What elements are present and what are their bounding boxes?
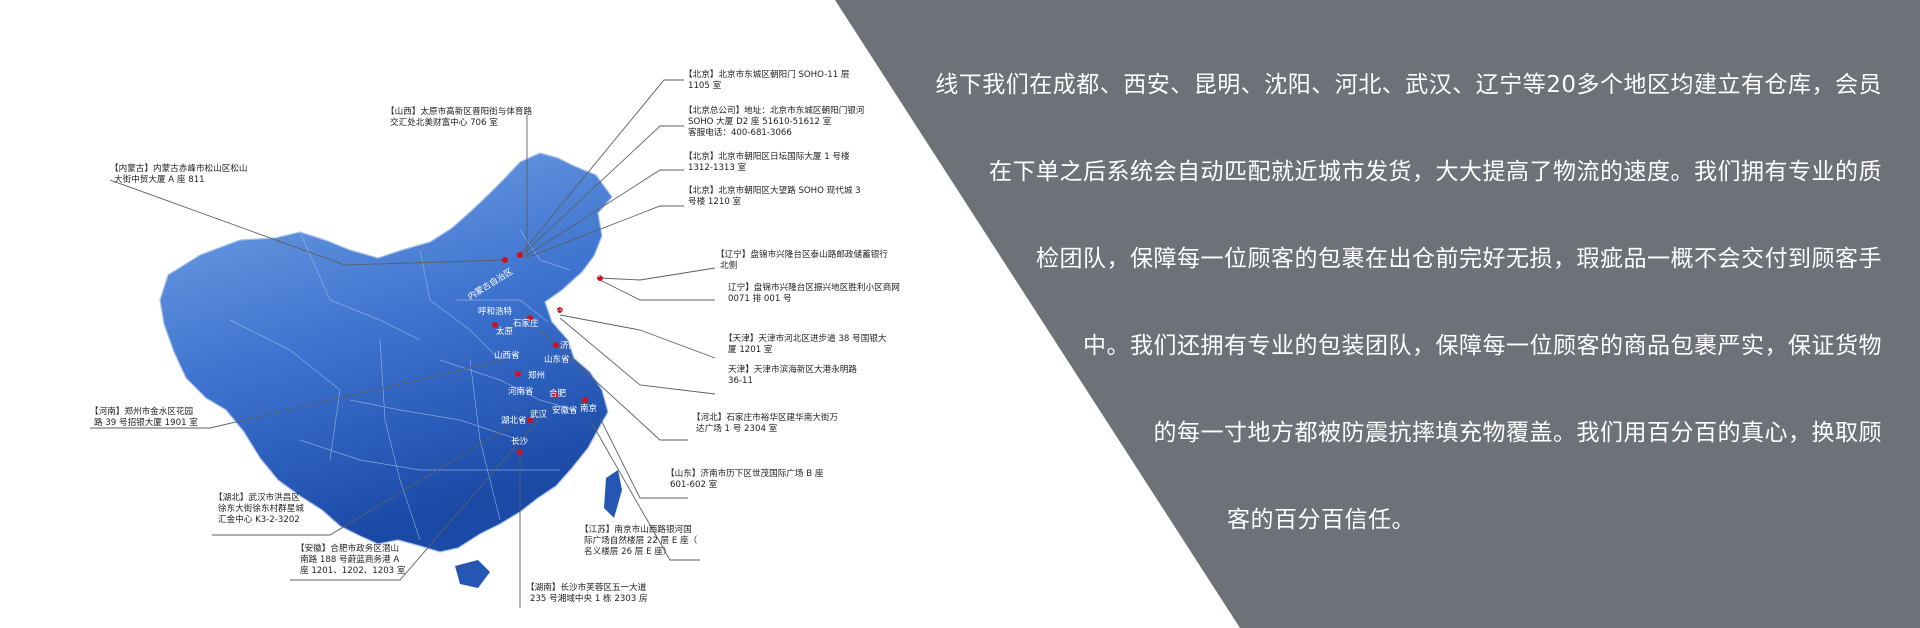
- svg-text:【天津】天津市河北区进步道 38 号国银大: 【天津】天津市河北区进步道 38 号国银大: [724, 332, 887, 344]
- map-label: 湖北省: [501, 415, 527, 426]
- map-label: 郑州: [528, 370, 545, 381]
- callout-beijing-2: 【北京】北京市朝阳区日坛国际大厦 1 号楼 1312-1313 室: [684, 150, 850, 173]
- callout-beijing-1: 【北京】北京市东城区朝阳门 SOHO-11 层 1105 室: [684, 68, 850, 91]
- svg-text:北侧: 北侧: [720, 259, 737, 271]
- svg-text:南路 188 号蔚蓝商务港 A: 南路 188 号蔚蓝商务港 A: [300, 553, 399, 565]
- map-label: 河南省: [508, 386, 534, 397]
- description-line-4: 中。我们还拥有专业的包装团队，保障每一位顾客的商品包裹严实，保证货物: [1083, 333, 1882, 359]
- callout-jiangsu: 【江苏】南京市山西路银河国 际广场自然楼层 22 层 E 座（ 名义楼层 26 …: [580, 523, 698, 557]
- callout-tianjin-1: 【天津】天津市河北区进步道 38 号国银大 厦 1201 室: [724, 332, 887, 355]
- svg-text:0071 排 001 号: 0071 排 001 号: [728, 292, 792, 304]
- svg-text:601-602 室: 601-602 室: [670, 478, 718, 490]
- svg-text:际广场自然楼层 22 层 E 座（: 际广场自然楼层 22 层 E 座（: [584, 534, 698, 546]
- map-label: 山东省: [544, 354, 570, 365]
- map-label: 天津: [551, 306, 569, 317]
- svg-text:1312-1313 室: 1312-1313 室: [688, 161, 747, 173]
- description-line-2: 在下单之后系统会自动匹配就近城市发货，大大提高了物流的速度。我们拥有专业的质: [989, 159, 1882, 185]
- callout-shandong: 【山东】济南市历下区世茂国际广场 B 座 601-602 室: [666, 467, 824, 490]
- svg-text:【辽宁】盘锦市兴隆台区泰山路邮政储蓄银行: 【辽宁】盘锦市兴隆台区泰山路邮政储蓄银行: [716, 248, 888, 260]
- callout-anhui: 【安徽】合肥市政务区潜山 南路 188 号蔚蓝商务港 A 座 1201、1202…: [296, 542, 406, 576]
- map-label: 太原: [496, 326, 513, 337]
- callout-hebei: 【河北】石家庄市裕华区建华南大街万 达广场 1 号 2304 室: [692, 411, 839, 434]
- svg-text:【北京】北京市朝阳区大望路 SOHO 现代城 3: 【北京】北京市朝阳区大望路 SOHO 现代城 3: [684, 184, 861, 196]
- svg-text:【北京】北京市朝阳区日坛国际大厦 1 号楼: 【北京】北京市朝阳区日坛国际大厦 1 号楼: [684, 150, 850, 162]
- callout-beijing-3: 【北京】北京市朝阳区大望路 SOHO 现代城 3 号楼 1210 室: [684, 184, 861, 207]
- svg-text:交汇处北美财富中心 706 室: 交汇处北美财富中心 706 室: [390, 116, 498, 128]
- svg-text:辽宁】盘锦市兴隆台区振兴地区胜利小区商网: 辽宁】盘锦市兴隆台区振兴地区胜利小区商网: [728, 281, 900, 293]
- svg-text:大街中贸大厦 A 座 811: 大街中贸大厦 A 座 811: [114, 173, 205, 185]
- svg-text:座 1201、1202、1203 室: 座 1201、1202、1203 室: [300, 564, 406, 576]
- china-warehouse-map: 内蒙古自治区 呼和浩特 沈阳 辽宁省 石家庄 天津 太原 济南 山西省 山东省 …: [90, 68, 900, 608]
- svg-text:客服电话：400-681-3066: 客服电话：400-681-3066: [688, 126, 792, 138]
- map-label: 长沙: [511, 436, 529, 447]
- svg-text:235 号湘域中央 1 栋 2303 房: 235 号湘域中央 1 栋 2303 房: [530, 592, 648, 604]
- svg-text:【安徽】合肥市政务区潜山: 【安徽】合肥市政务区潜山: [296, 542, 399, 554]
- svg-text:达广场 1 号 2304 室: 达广场 1 号 2304 室: [696, 422, 778, 434]
- map-label: 辽宁省: [575, 284, 601, 295]
- map-label: 呼和浩特: [478, 306, 513, 317]
- promo-banner: 线下我们在成都、西安、昆明、沈阳、河北、武汉、辽宁等20多个地区均建立有仓库，会…: [0, 0, 1920, 628]
- description-line-1: 线下我们在成都、西安、昆明、沈阳、河北、武汉、辽宁等20多个地区均建立有仓库，会…: [935, 72, 1882, 98]
- callout-hunan: 【湖南】长沙市芙蓉区五一大道 235 号湘域中央 1 栋 2303 房: [526, 581, 648, 604]
- map-label: 沈阳: [592, 268, 609, 279]
- map-label: 石家庄: [513, 318, 539, 329]
- map-label: 济南: [560, 340, 577, 351]
- callout-liaoning-1: 【辽宁】盘锦市兴隆台区泰山路邮政储蓄银行 北侧: [716, 248, 888, 271]
- map-label: 武汉: [530, 409, 548, 420]
- svg-text:【湖南】长沙市芙蓉区五一大道: 【湖南】长沙市芙蓉区五一大道: [526, 581, 647, 593]
- svg-text:号楼 1210 室: 号楼 1210 室: [688, 195, 742, 207]
- description-line-6: 客的百分百信任。: [1227, 507, 1415, 533]
- svg-text:1105 室: 1105 室: [688, 79, 722, 91]
- description-line-3: 检团队，保障每一位顾客的包裹在出仓前完好无损，瑕疵品一概不会交付到顾客手: [1036, 246, 1882, 272]
- svg-text:【北京】北京市东城区朝阳门 SOHO-11 层: 【北京】北京市东城区朝阳门 SOHO-11 层: [684, 68, 850, 80]
- callout-liaoning-2: 辽宁】盘锦市兴隆台区振兴地区胜利小区商网 0071 排 001 号: [728, 281, 900, 304]
- svg-text:【湖北】武汉市洪昌区: 【湖北】武汉市洪昌区: [214, 491, 300, 503]
- svg-text:【山东】济南市历下区世茂国际广场 B 座: 【山东】济南市历下区世茂国际广场 B 座: [666, 467, 824, 479]
- callout-beijing-hq: 【北京总公司】地址：北京市东城区朝阳门银河 SOHO 大厦 D2 座 51610…: [684, 104, 865, 138]
- svg-text:【内蒙古】内蒙古赤峰市松山区松山: 【内蒙古】内蒙古赤峰市松山区松山: [110, 162, 248, 174]
- callout-hubei: 【湖北】武汉市洪昌区 徐东大街徐东村群星城 汇金中心 K3-2-3202: [214, 491, 304, 525]
- map-label: 山西省: [494, 350, 520, 361]
- hainan-island: [455, 560, 490, 588]
- svg-text:厦 1201 室: 厦 1201 室: [728, 343, 773, 355]
- svg-text:【江苏】南京市山西路银河国: 【江苏】南京市山西路银河国: [580, 523, 692, 535]
- callout-shanxi: 【山西】太原市高新区晋阳街与体育路 交汇处北美财富中心 706 室: [386, 105, 533, 128]
- svg-text:【山西】太原市高新区晋阳街与体育路: 【山西】太原市高新区晋阳街与体育路: [386, 105, 533, 117]
- svg-text:SOHO 大厦 D2 座 51610-51612 室: SOHO 大厦 D2 座 51610-51612 室: [688, 115, 832, 127]
- callout-neimenggu: 【内蒙古】内蒙古赤峰市松山区松山 大街中贸大厦 A 座 811: [110, 162, 248, 185]
- svg-text:【北京总公司】地址：北京市东城区朝阳门银河: 【北京总公司】地址：北京市东城区朝阳门银河: [684, 104, 865, 116]
- svg-text:路 39 号招银大厦 1901 室: 路 39 号招银大厦 1901 室: [94, 416, 198, 428]
- svg-text:36-11: 36-11: [728, 376, 753, 386]
- svg-text:徐东大街徐东村群星城: 徐东大街徐东村群星城: [218, 502, 304, 514]
- svg-text:汇金中心 K3-2-3202: 汇金中心 K3-2-3202: [218, 513, 300, 525]
- taiwan-island: [604, 470, 622, 518]
- svg-text:【河南】郑州市金水区花园: 【河南】郑州市金水区花园: [90, 405, 193, 417]
- map-label: 安徽省: [552, 405, 578, 416]
- callout-tianjin-2: 天津】天津市滨海新区大港永明路 36-11: [728, 363, 857, 386]
- description-line-5: 的每一寸地方都被防震抗摔填充物覆盖。我们用百分百的真心，换取顾: [1153, 420, 1882, 446]
- map-label: 南京: [580, 403, 597, 414]
- svg-text:【河北】石家庄市裕华区建华南大街万: 【河北】石家庄市裕华区建华南大街万: [692, 411, 839, 423]
- svg-text:天津】天津市滨海新区大港永明路: 天津】天津市滨海新区大港永明路: [728, 363, 857, 375]
- callout-henan: 【河南】郑州市金水区花园 路 39 号招银大厦 1901 室: [90, 405, 198, 428]
- svg-text:名义楼层 26 层 E 座）: 名义楼层 26 层 E 座）: [584, 545, 671, 557]
- map-label: 合肥: [549, 388, 567, 399]
